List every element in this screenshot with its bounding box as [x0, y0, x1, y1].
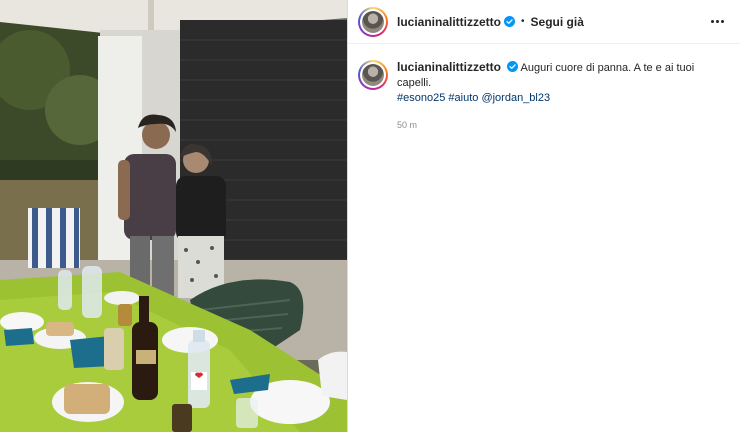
caption-username[interactable]: lucianinalittizzetto	[397, 60, 501, 74]
following-button[interactable]: Segui già	[531, 15, 584, 29]
avatar-image	[362, 64, 384, 86]
post-sidebar: lucianinalittizzetto • Segui già luciani…	[347, 0, 740, 432]
author-username[interactable]: lucianinalittizzetto	[397, 15, 501, 29]
hashtag-link[interactable]: #aiuto	[448, 92, 478, 104]
verified-badge-icon	[504, 16, 516, 27]
mention-link[interactable]: @jordan_bl23	[481, 92, 550, 104]
post-header: lucianinalittizzetto • Segui già	[348, 0, 740, 44]
caption-avatar[interactable]	[358, 60, 388, 90]
separator-dot: •	[521, 16, 525, 27]
post-caption: lucianinalittizzetto Auguri cuore di pan…	[348, 44, 740, 133]
post-photo[interactable]	[0, 0, 347, 432]
verified-badge-icon	[507, 61, 519, 72]
instagram-post: lucianinalittizzetto • Segui già luciani…	[0, 0, 740, 432]
author-avatar[interactable]	[358, 6, 388, 37]
avatar-image	[362, 10, 384, 33]
post-timestamp[interactable]: 50 m	[397, 118, 728, 133]
hashtag-link[interactable]: #esono25	[397, 92, 445, 104]
caption-body: lucianinalittizzetto Auguri cuore di pan…	[397, 60, 728, 133]
post-photo-illustration	[0, 0, 347, 432]
more-options-icon[interactable]	[707, 16, 728, 27]
